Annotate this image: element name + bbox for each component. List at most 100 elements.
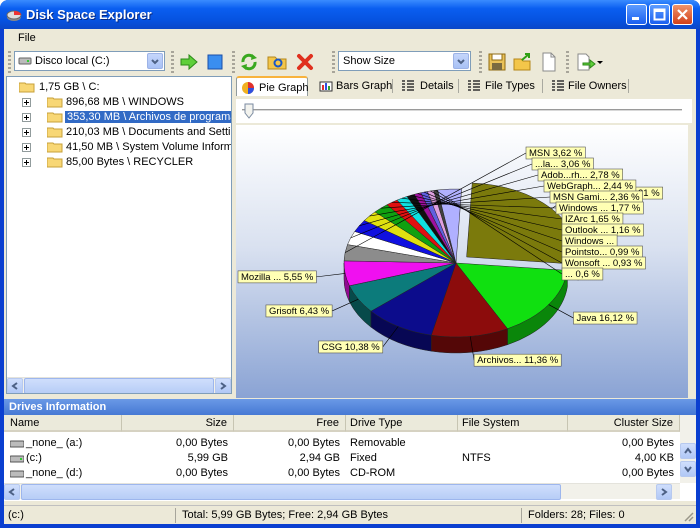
column-header-free[interactable]: Free bbox=[234, 415, 346, 432]
expand-icon[interactable] bbox=[22, 158, 31, 167]
chevron-right-icon bbox=[220, 382, 227, 390]
status-bar: (c:) Total: 5,99 GB Bytes; Free: 2,94 GB… bbox=[4, 505, 696, 524]
maximize-icon bbox=[653, 8, 666, 21]
column-header-name[interactable]: Name bbox=[4, 415, 122, 432]
tab-label: Bars Graph bbox=[336, 80, 393, 92]
cell-drive-type: Fixed bbox=[350, 452, 377, 464]
app-window: Disk Space Explorer File Disco local (C:… bbox=[0, 0, 700, 528]
tab-separator bbox=[392, 79, 393, 93]
open-folder-icon[interactable] bbox=[266, 51, 288, 73]
tree-item[interactable]: 41,50 MB \ System Volume Information bbox=[7, 140, 231, 155]
column-header-size[interactable]: Size bbox=[122, 415, 234, 432]
tree-item-label: 210,03 MB \ Documents and Settings bbox=[66, 126, 232, 138]
chevron-left-icon bbox=[11, 382, 18, 390]
close-button[interactable] bbox=[672, 4, 693, 25]
folder-tree[interactable]: 1,75 GB \ C: 896,68 MB \ WINDOWS 353,30 … bbox=[6, 76, 232, 394]
go-arrow-icon[interactable] bbox=[178, 51, 200, 73]
pie-slice-label: IZArc 1,65 % bbox=[565, 214, 620, 225]
chevron-down-icon[interactable] bbox=[147, 53, 163, 69]
tree-item-label: 41,50 MB \ System Volume Information bbox=[66, 141, 232, 153]
tab-label: Pie Graph bbox=[259, 82, 309, 94]
file-owners-list-icon bbox=[552, 80, 564, 91]
pie-slice-label: ... 0,6 % bbox=[565, 269, 600, 280]
depth-slider[interactable] bbox=[236, 99, 692, 123]
new-document-icon[interactable] bbox=[538, 51, 560, 73]
close-icon bbox=[677, 9, 688, 20]
pie-chart: LightZon... 26,31 %Java 16,12 %Archivos.… bbox=[236, 125, 688, 398]
toolbar-grip[interactable] bbox=[171, 51, 174, 73]
tree-item[interactable]: 353,30 MB \ Archivos de programa bbox=[7, 110, 231, 125]
expand-icon[interactable] bbox=[22, 113, 31, 122]
save-icon[interactable] bbox=[486, 51, 508, 73]
tree-item-label: 353,30 MB \ Archivos de programa bbox=[65, 111, 231, 123]
toolbar-grip[interactable] bbox=[232, 51, 235, 73]
tab-label: File Types bbox=[485, 80, 535, 92]
stop-icon[interactable] bbox=[204, 51, 226, 73]
folder-icon bbox=[47, 97, 63, 108]
minimize-icon bbox=[632, 17, 639, 20]
pie-slice-label: Wonsoft ... 0,93 % bbox=[565, 258, 643, 269]
refresh-icon[interactable] bbox=[238, 51, 260, 73]
column-header-file-system[interactable]: File System bbox=[458, 415, 568, 432]
drives-table[interactable]: Name Size Free Drive Type File System Cl… bbox=[4, 415, 696, 501]
pie-chart-icon bbox=[242, 82, 254, 94]
dropdown-arrow-icon[interactable] bbox=[596, 51, 604, 73]
title-bar[interactable]: Disk Space Explorer bbox=[0, 0, 700, 29]
toolbar-grip[interactable] bbox=[566, 51, 569, 73]
folder-icon bbox=[47, 112, 63, 123]
scroll-down-button[interactable] bbox=[680, 461, 696, 477]
expand-icon[interactable] bbox=[22, 143, 31, 152]
folder-icon bbox=[47, 157, 63, 168]
toolbar-grip[interactable] bbox=[479, 51, 482, 73]
drives-horizontal-scrollbar[interactable] bbox=[4, 483, 680, 500]
scroll-right-button[interactable] bbox=[656, 484, 672, 500]
tab-label: Details bbox=[420, 80, 454, 92]
slider-thumb[interactable] bbox=[244, 103, 254, 119]
resize-grip-icon[interactable] bbox=[682, 510, 694, 522]
pie-slice-label: MSN 3,62 % bbox=[529, 148, 583, 159]
drives-vertical-scrollbar[interactable] bbox=[680, 415, 696, 483]
chevron-down-icon[interactable] bbox=[453, 53, 469, 69]
maximize-button[interactable] bbox=[649, 4, 670, 25]
column-header-drive-type[interactable]: Drive Type bbox=[346, 415, 458, 432]
view-select[interactable]: Show Size bbox=[338, 51, 471, 71]
tab-file-types[interactable]: File Types bbox=[464, 76, 536, 96]
chevron-down-icon bbox=[684, 466, 692, 473]
scroll-right-button[interactable] bbox=[215, 378, 231, 393]
tree-item[interactable]: 896,68 MB \ WINDOWS bbox=[7, 95, 231, 110]
tree-horizontal-scrollbar[interactable] bbox=[7, 377, 231, 393]
menu-bar: File bbox=[4, 29, 696, 47]
client-area: File Disco local (C:) Show Size 1,75 GB … bbox=[4, 29, 696, 524]
pie-slice-label: Windows ... 1,77 % bbox=[559, 203, 641, 214]
column-header-cluster-size[interactable]: Cluster Size bbox=[568, 415, 680, 432]
tree-root[interactable]: 1,75 GB \ C: bbox=[7, 80, 231, 95]
menu-file[interactable]: File bbox=[18, 32, 36, 44]
bar-chart-icon bbox=[319, 81, 333, 92]
delete-icon[interactable] bbox=[294, 51, 316, 73]
toolbar-grip[interactable] bbox=[332, 51, 335, 73]
drive-select[interactable]: Disco local (C:) bbox=[14, 51, 165, 71]
expand-icon[interactable] bbox=[22, 128, 31, 137]
chevron-right-icon bbox=[661, 488, 668, 496]
export-folder-icon[interactable] bbox=[512, 51, 534, 73]
scroll-left-button[interactable] bbox=[4, 484, 20, 500]
view-tabs: Pie Graph Bars Graph Details File Types … bbox=[236, 76, 692, 96]
pie-slice-label: WebGraph... 2,44 % bbox=[547, 181, 633, 192]
minimize-button[interactable] bbox=[626, 4, 647, 25]
tree-item[interactable]: 85,00 Bytes \ RECYCLER bbox=[7, 155, 231, 170]
tab-pie-graph[interactable]: Pie Graph bbox=[236, 76, 309, 96]
scroll-thumb[interactable] bbox=[21, 484, 561, 500]
hard-drive-icon bbox=[18, 57, 32, 65]
toolbar-grip[interactable] bbox=[8, 51, 11, 73]
export-document-icon[interactable] bbox=[574, 51, 596, 73]
tree-item-label: 896,68 MB \ WINDOWS bbox=[66, 96, 184, 108]
expand-icon[interactable] bbox=[22, 98, 31, 107]
scroll-left-button[interactable] bbox=[7, 378, 23, 393]
tree-item[interactable]: 210,03 MB \ Documents and Settings bbox=[7, 125, 231, 140]
scroll-thumb[interactable] bbox=[24, 378, 214, 393]
tab-file-owners[interactable]: File Owners bbox=[548, 76, 628, 96]
tab-details[interactable]: Details bbox=[398, 76, 458, 96]
scroll-up-button[interactable] bbox=[680, 443, 696, 459]
tab-bars-graph[interactable]: Bars Graph bbox=[316, 76, 392, 96]
cell-name: _none_ (d:) bbox=[26, 467, 83, 479]
